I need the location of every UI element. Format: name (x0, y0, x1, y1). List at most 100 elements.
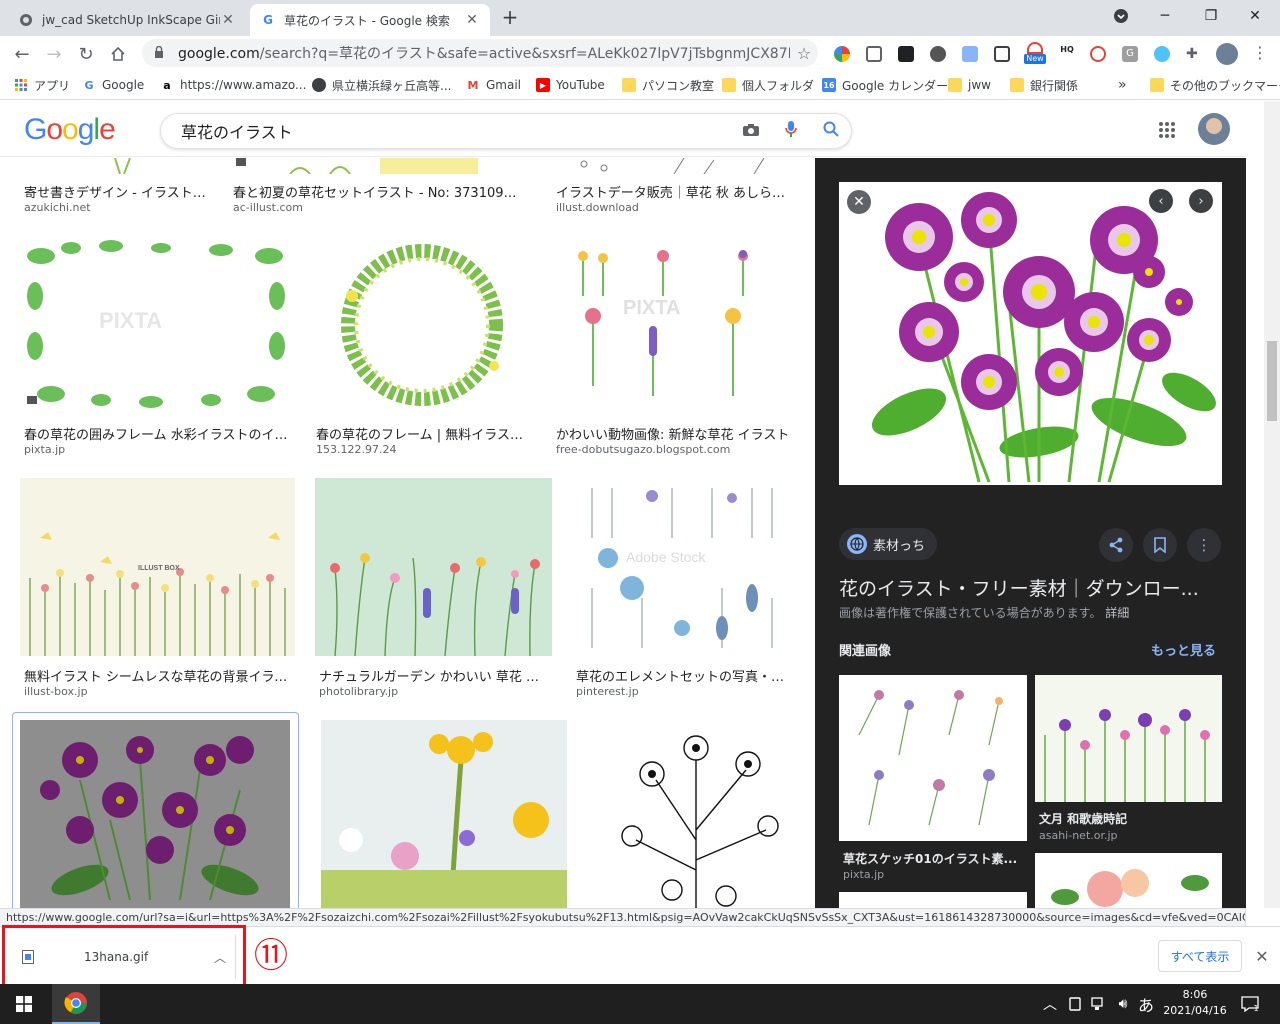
docs-extension-icon[interactable] (962, 46, 978, 62)
bookmark-other[interactable]: その他のブックマーク (1150, 76, 1280, 94)
bookmarks-overflow-button[interactable]: » (1118, 76, 1127, 94)
result-image[interactable]: PIXTA (21, 236, 291, 414)
new-tab-button[interactable]: + (498, 6, 522, 30)
tab-google-search[interactable]: G 草花のイラスト - Google 検索 ✕ (250, 4, 490, 36)
network-icon[interactable] (1088, 984, 1110, 1024)
related-image[interactable] (839, 892, 1027, 908)
bookmark-folder-pc[interactable]: パソコン教室 (622, 76, 714, 94)
menu-kebab-icon[interactable]: ⋮ (1252, 45, 1268, 62)
clock[interactable]: 8:06 2021/04/16 (1160, 987, 1230, 1019)
result-image[interactable] (20, 158, 206, 174)
scrollbar-thumb[interactable] (1267, 341, 1277, 421)
reader-extension-icon[interactable] (994, 46, 1010, 62)
google-apps-icon[interactable] (1158, 121, 1176, 139)
hq-extension-icon[interactable]: HQ (1058, 46, 1076, 62)
page-scrollbar[interactable] (1264, 101, 1280, 908)
preview-title[interactable]: 花のイラスト・フリー素材｜ダウンロー... (839, 574, 1222, 601)
result-title[interactable]: かわいい動物画像: 新鮮な草花 イラスト (556, 424, 792, 443)
camera-icon[interactable] (731, 122, 771, 141)
related-image[interactable] (1035, 675, 1222, 802)
result-title[interactable]: 春と初夏の草花セットイラスト - No: 373109／無料... (233, 182, 529, 201)
bookmark-folder-personal[interactable]: 個人フォルダ (722, 76, 814, 94)
bookmark-amazon[interactable]: a https://www.amazo... (160, 76, 306, 94)
g-extension-icon[interactable]: G (1122, 46, 1138, 62)
close-window-button[interactable]: ✕ (1240, 4, 1270, 28)
minimize-button[interactable]: ─ (1150, 4, 1180, 28)
bookmark-folder-bank[interactable]: 銀行関係 (1010, 76, 1078, 94)
meet-now-icon[interactable] (1064, 984, 1086, 1024)
bookmark-school[interactable]: 県立横浜緑ヶ丘高等... (312, 76, 451, 94)
result-title[interactable]: ナチュラルガーデン かわいい 草花 イラ... (319, 666, 551, 685)
result-title[interactable]: 草花のエレメントセットの写真・イ... (576, 666, 794, 685)
result-image[interactable] (312, 236, 532, 414)
notifications-icon[interactable]: 1 (1236, 984, 1264, 1024)
ime-indicator[interactable]: あ (1136, 984, 1156, 1024)
related-title[interactable]: 文月 和歌歳時記 (1039, 810, 1219, 827)
see-more-link[interactable]: もっと見る (1151, 640, 1216, 659)
extension-icon[interactable] (930, 46, 946, 62)
volume-icon[interactable]: 🔊︎ (1112, 984, 1134, 1024)
result-image-selected[interactable] (20, 720, 290, 908)
new-extension-icon[interactable]: New (1024, 42, 1046, 64)
windows-start-icon[interactable] (0, 984, 48, 1024)
result-title[interactable]: 寄せ書きデザイン - イラスト素... (24, 182, 210, 201)
close-shelf-icon[interactable]: ✕ (1252, 944, 1272, 968)
result-title[interactable]: 春の草花の囲みフレーム 水彩イラストのイラ... (24, 424, 290, 443)
result-image[interactable] (230, 158, 478, 174)
result-image[interactable] (554, 158, 794, 174)
extensions-puzzle-icon[interactable]: ✚ (1186, 46, 1202, 62)
chrome-taskbar-icon[interactable] (52, 984, 100, 1024)
related-image[interactable] (1035, 853, 1222, 908)
bookmark-apps[interactable]: アプリ (14, 76, 70, 94)
result-image[interactable]: PIXTA (553, 236, 795, 414)
result-image[interactable] (596, 720, 795, 908)
address-bar[interactable]: google.com/search?q=草花のイラスト&safe=active&… (142, 39, 818, 67)
result-image[interactable]: ILLUST BOX (20, 478, 295, 656)
result-title[interactable]: 無料イラスト シームレスな草花の背景イラスト (24, 666, 294, 685)
result-image[interactable] (315, 478, 552, 656)
color-picker-extension-icon[interactable] (834, 46, 850, 62)
source-chip[interactable]: 素材っち (839, 528, 938, 560)
save-bookmark-icon[interactable] (1143, 528, 1177, 562)
forward-arrow-icon[interactable]: → (40, 40, 68, 68)
home-icon[interactable] (104, 40, 132, 68)
result-title[interactable]: 春の草花のフレーム | 無料イラスト... (316, 424, 532, 443)
related-image[interactable] (839, 675, 1027, 841)
profile-avatar[interactable] (1216, 43, 1238, 65)
bookmark-folder-jww[interactable]: jww (948, 76, 991, 94)
bookmark-google[interactable]: G Google (82, 76, 144, 94)
tab-close-icon[interactable]: ✕ (220, 12, 236, 28)
prev-image-icon[interactable]: ‹ (1149, 189, 1173, 213)
microphone-icon[interactable] (771, 120, 811, 142)
cloud-extension-icon[interactable] (1154, 46, 1170, 62)
google-logo[interactable]: Google (24, 113, 116, 147)
details-link[interactable]: 詳細 (1105, 606, 1129, 620)
result-image[interactable] (321, 720, 567, 908)
bookmark-gmail[interactable]: M Gmail (466, 76, 522, 94)
search-box[interactable]: 草花のイラスト (160, 113, 852, 149)
result-image[interactable]: Adobe Stock (572, 478, 795, 656)
more-options-icon[interactable]: ⋮ (1187, 528, 1221, 562)
back-arrow-icon[interactable]: ← (8, 40, 36, 68)
result-title[interactable]: イラストデータ販売｜草花 秋 あしらい ... (556, 182, 792, 201)
search-query[interactable]: 草花のイラスト (181, 119, 731, 143)
pip-extension-icon[interactable] (898, 46, 914, 62)
related-title[interactable]: 草花スケッチ01のイラスト素... (843, 850, 1023, 867)
bookmark-star-icon[interactable]: ☆ (790, 44, 818, 63)
chevron-up-icon[interactable]: ︿ (1040, 984, 1060, 1024)
reload-icon[interactable]: ↻ (72, 40, 100, 68)
tab-close-icon[interactable]: ✕ (464, 12, 480, 28)
tab-search-icon[interactable] (1106, 4, 1136, 28)
tab-jwcad[interactable]: jw_cad SketchUp InkScape Gimp ✕ (8, 4, 246, 36)
restore-button[interactable]: ❐ (1196, 4, 1226, 28)
block-extension-icon[interactable] (1090, 46, 1106, 62)
show-all-downloads-button[interactable]: すべて表示 (1158, 940, 1242, 972)
share-icon[interactable] (1099, 528, 1133, 562)
close-preview-icon[interactable]: ✕ (847, 190, 871, 214)
search-icon[interactable] (811, 121, 851, 141)
account-avatar[interactable] (1198, 113, 1230, 145)
bookmark-calendar[interactable]: 16 Google カレンダー (822, 76, 948, 94)
bookmark-youtube[interactable]: ▶ YouTube (536, 76, 605, 94)
next-image-icon[interactable]: › (1189, 189, 1213, 213)
screenshot-extension-icon[interactable] (866, 46, 882, 62)
